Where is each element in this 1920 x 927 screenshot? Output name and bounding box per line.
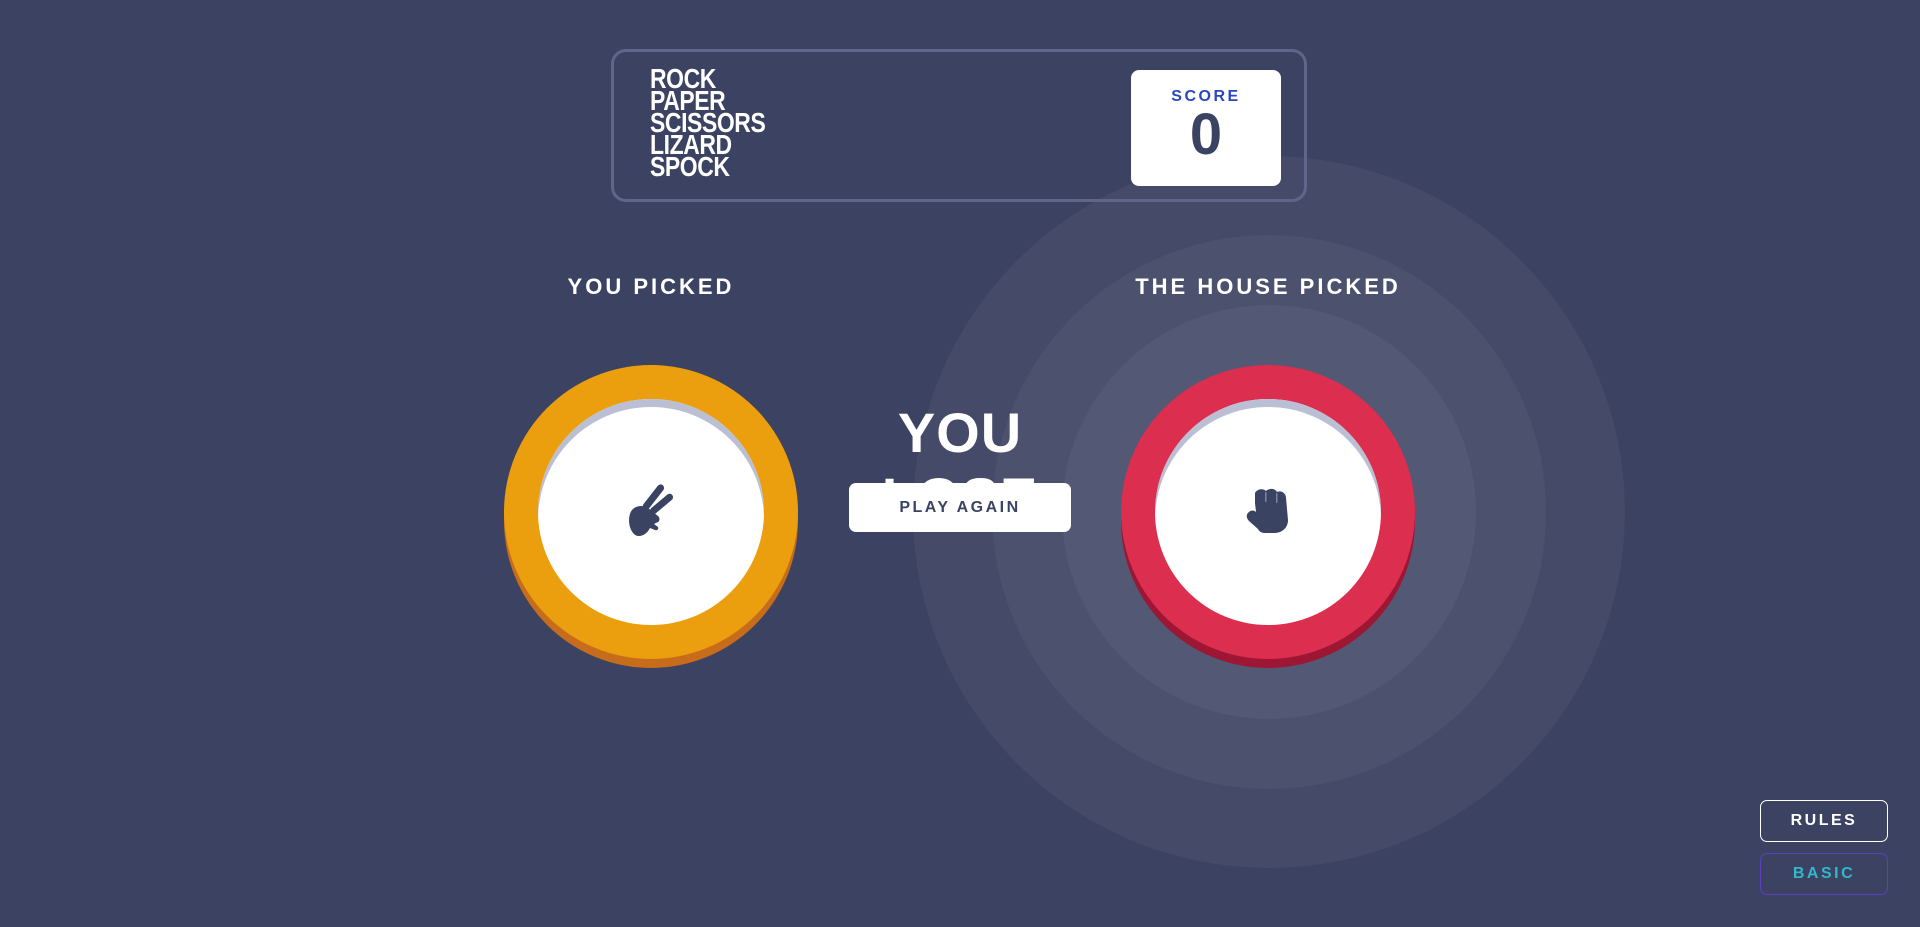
rock-fist-icon bbox=[1243, 485, 1293, 540]
game-mode-button[interactable]: BASIC bbox=[1760, 853, 1888, 895]
play-again-button[interactable]: PLAY AGAIN bbox=[849, 483, 1071, 532]
token-face bbox=[1155, 399, 1381, 625]
scoreboard-header: ROCK PAPER SCISSORS LIZARD SPOCK SCORE 0 bbox=[611, 49, 1307, 202]
you-picked-label: YOU PICKED bbox=[567, 274, 735, 299]
logo-line-spock: SPOCK bbox=[650, 151, 730, 182]
rules-button[interactable]: RULES bbox=[1760, 800, 1888, 842]
house-picked-label: THE HOUSE PICKED bbox=[1135, 274, 1401, 299]
player-pick-scissors-token bbox=[504, 365, 798, 659]
game-screen: ROCK PAPER SCISSORS LIZARD SPOCK SCORE 0… bbox=[0, 0, 1920, 927]
token-face bbox=[538, 399, 764, 625]
score-box: SCORE 0 bbox=[1131, 70, 1281, 186]
game-logo: ROCK PAPER SCISSORS LIZARD SPOCK bbox=[650, 65, 791, 182]
house-pick-rock-token bbox=[1121, 365, 1415, 659]
score-value: 0 bbox=[1189, 102, 1223, 167]
scissors-hand-icon bbox=[624, 480, 678, 545]
